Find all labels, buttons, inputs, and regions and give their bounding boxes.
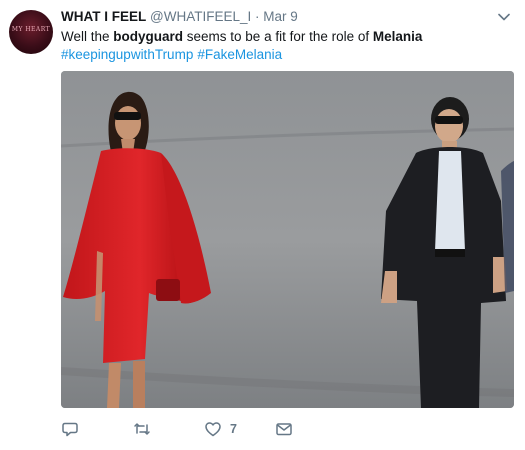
- tweet-actions: 7: [61, 418, 521, 440]
- tweet-text-bold-melania: Melania: [372, 29, 423, 44]
- retweet-button[interactable]: [133, 418, 151, 440]
- like-count: 7: [230, 422, 237, 436]
- hashtags: #keepingupwithTrump #FakeMelania: [61, 46, 286, 64]
- photo-image: [61, 71, 514, 408]
- hashtag-link[interactable]: #FakeMelania: [197, 47, 282, 62]
- tweet-header: WHAT I FEEL @WHATIFEEL_I · Mar 9: [61, 9, 298, 24]
- tweet-card[interactable]: MY HEART WHAT I FEEL @WHATIFEEL_I · Mar …: [0, 0, 525, 450]
- reply-button[interactable]: [61, 418, 79, 440]
- like-button[interactable]: 7: [204, 418, 237, 440]
- display-name[interactable]: WHAT I FEEL: [61, 9, 146, 24]
- reply-icon: [62, 422, 78, 437]
- tweet-text-bold-bodyguard: bodyguard: [113, 29, 184, 44]
- tweet-date[interactable]: Mar 9: [263, 9, 298, 24]
- direct-message-button[interactable]: [275, 418, 293, 440]
- separator-dot: ·: [255, 9, 260, 24]
- heart-icon: [205, 422, 221, 437]
- avatar-text: MY HEART: [11, 26, 51, 33]
- tweet-photo[interactable]: [61, 71, 514, 408]
- envelope-icon: [276, 423, 292, 436]
- avatar[interactable]: MY HEART: [9, 10, 53, 54]
- hashtag-link[interactable]: #keepingupwithTrump: [61, 47, 193, 62]
- tweet-text: Well the bodyguard seems to be a fit for…: [61, 28, 511, 46]
- tweet-text-part: Well the: [61, 29, 114, 44]
- retweet-icon: [134, 423, 150, 435]
- chevron-down-icon[interactable]: [496, 9, 512, 25]
- user-handle[interactable]: @WHATIFEEL_I: [150, 9, 251, 24]
- tweet-text-part: seems to be a fit for the role of: [183, 29, 373, 44]
